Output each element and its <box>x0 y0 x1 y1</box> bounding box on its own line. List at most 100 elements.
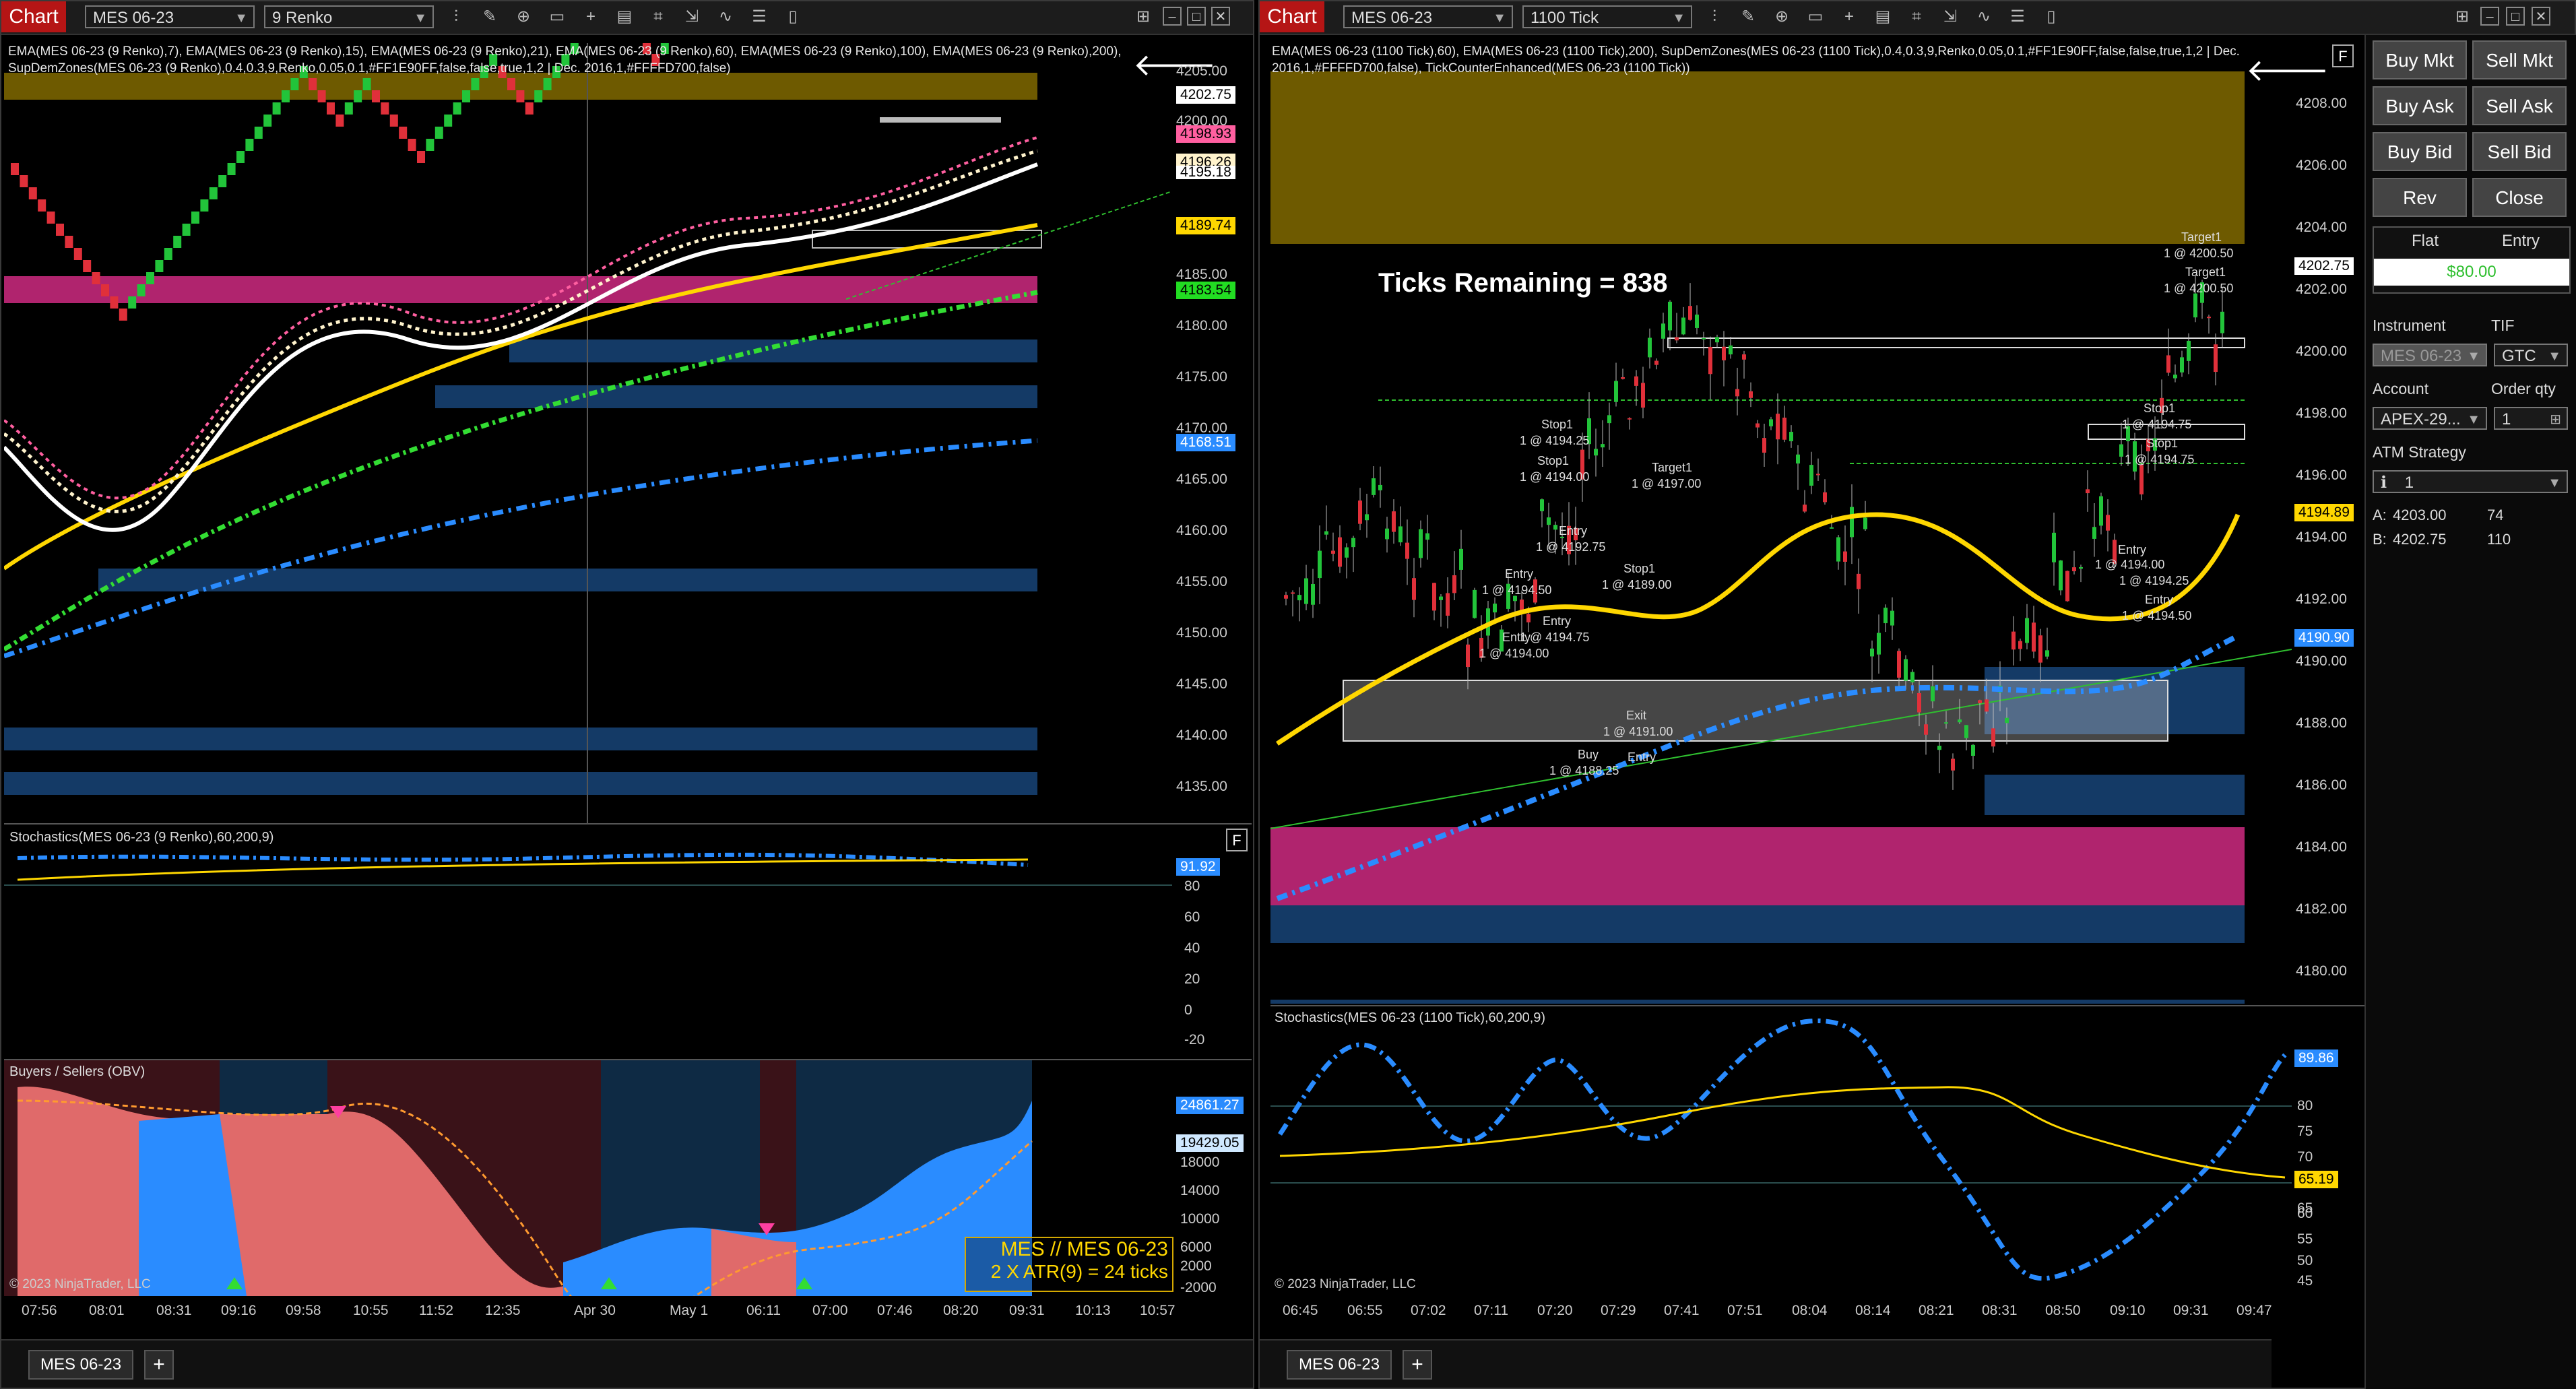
strategies-icon[interactable]: ⇲ <box>1940 7 1960 27</box>
add-tab-button[interactable]: + <box>1403 1350 1432 1380</box>
candle-body <box>1553 525 1557 530</box>
trade-label: 1 @ 4194.50 <box>2122 609 2192 622</box>
panel-divider[interactable] <box>4 823 1252 825</box>
zoom-icon[interactable]: ⊕ <box>513 7 534 27</box>
right-price-panel[interactable] <box>1270 43 2292 1004</box>
candle-body <box>1473 589 1477 618</box>
bid-price: 4202.75 <box>2393 531 2447 548</box>
reverse-button[interactable]: Rev <box>2373 178 2467 217</box>
candle-body <box>1392 511 1396 532</box>
data-box-icon[interactable]: ▭ <box>1805 7 1826 27</box>
crosshair-icon[interactable]: + <box>1839 7 1859 27</box>
renko-brick <box>155 260 164 272</box>
bar-style-icon[interactable]: ⫶ <box>1704 7 1725 27</box>
chart-trader-panel: Buy Mkt Sell Mkt Buy Ask Sell Ask Buy Bi… <box>2364 35 2576 1389</box>
last-price-tag: 4202.75 <box>2294 257 2354 275</box>
time-tick: Apr 30 <box>574 1303 616 1318</box>
left-obv-title: Buyers / Sellers (OBV) <box>9 1064 146 1079</box>
left-time-axis: 07:56 08:01 08:31 09:16 09:58 10:55 11:5… <box>4 1303 1176 1330</box>
left-stochastics-panel[interactable] <box>4 826 1172 1059</box>
crosshair-icon[interactable]: + <box>581 7 601 27</box>
time-tick: 08:04 <box>1792 1303 1828 1318</box>
candle-body <box>2092 527 2096 539</box>
right-instrument-selector[interactable]: MES 06-23 ▼ <box>1343 5 1513 28</box>
candle-body <box>1904 659 1908 681</box>
properties-icon[interactable]: ▤ <box>1873 7 1893 27</box>
chevron-down-icon: ▼ <box>1493 11 1506 26</box>
close-icon[interactable]: ✕ <box>1211 7 1230 26</box>
draw-tool-icon[interactable]: ✎ <box>480 7 500 27</box>
time-tick: 10:57 <box>1140 1303 1176 1318</box>
right-time-axis: 06:45 06:55 07:02 07:11 07:20 07:29 07:4… <box>1270 1303 2369 1330</box>
left-chart-menu-button[interactable]: Chart <box>1 1 66 32</box>
right-period-selector[interactable]: 1100 Tick ▼ <box>1522 5 1692 28</box>
obv-tick: 18000 <box>1180 1155 1220 1170</box>
buy-market-button[interactable]: Buy Mkt <box>2373 40 2467 79</box>
chart-trader-icon[interactable]: ∿ <box>1974 7 1994 27</box>
candle-body <box>1526 614 1531 622</box>
sell-ask-button[interactable]: Sell Ask <box>2472 86 2567 125</box>
order-qty-input[interactable]: 1 ⊞ <box>2494 407 2568 430</box>
list-icon[interactable]: ☰ <box>749 7 769 27</box>
stoch-tick: 60 <box>1184 909 1200 925</box>
indicators-icon[interactable]: ⌗ <box>1906 7 1927 27</box>
candle-body <box>1931 686 1935 702</box>
stoch-tick: 45 <box>2297 1273 2313 1289</box>
account-selector[interactable]: APEX-29... ▼ <box>2373 407 2487 430</box>
sell-bid-button[interactable]: Sell Bid <box>2472 132 2567 171</box>
left-price-panel[interactable] <box>4 43 1172 823</box>
trade-label: Buy <box>1578 748 1599 761</box>
draw-tool-icon[interactable]: ✎ <box>1738 7 1758 27</box>
list-icon[interactable]: ☰ <box>2007 7 2028 27</box>
right-price-axis: 4208.00 4206.00 4204.00 4202.00 4200.00 … <box>2296 43 2370 1004</box>
link-icon[interactable]: ▯ <box>783 7 803 27</box>
pin-icon[interactable]: ⊞ <box>2452 7 2472 27</box>
add-tab-button[interactable]: + <box>144 1350 174 1380</box>
close-position-button[interactable]: Close <box>2472 178 2567 217</box>
instrument-selector[interactable]: MES 06-23 ▼ <box>2373 344 2487 366</box>
ema-15-line <box>4 149 1038 513</box>
data-box-icon[interactable]: ▭ <box>547 7 567 27</box>
candle-body <box>1540 499 1544 511</box>
left-chart-window: Chart MES 06-23 ▼ 9 Renko ▼ ⫶ ✎ ⊕ ▭ + ▤ … <box>0 0 1254 1389</box>
right-stochastics-panel[interactable] <box>1270 1006 2292 1297</box>
buy-bid-button[interactable]: Buy Bid <box>2373 132 2467 171</box>
maximize-icon[interactable]: □ <box>1187 7 1206 26</box>
stepper-icon[interactable]: ⊞ <box>2550 408 2561 431</box>
tif-selector[interactable]: GTC ▼ <box>2494 344 2568 366</box>
close-icon[interactable]: ✕ <box>2532 7 2550 26</box>
candle-body <box>1708 346 1712 375</box>
maximize-icon[interactable]: □ <box>2506 7 2525 26</box>
price-tick: 4155.00 <box>1176 574 1227 589</box>
candle-body <box>1722 346 1726 360</box>
candle-body <box>1762 438 1766 453</box>
chart-trader-icon[interactable]: ∿ <box>715 7 736 27</box>
candle-body <box>2166 355 2170 373</box>
sell-market-button[interactable]: Sell Mkt <box>2472 40 2567 79</box>
indicators-icon[interactable]: ⌗ <box>648 7 668 27</box>
zoom-icon[interactable]: ⊕ <box>1772 7 1792 27</box>
atm-strategy-selector[interactable]: ℹ 1 ▼ <box>2373 470 2568 493</box>
candle-body <box>1412 578 1416 600</box>
properties-icon[interactable]: ▤ <box>614 7 635 27</box>
right-chart-menu-button[interactable]: Chart <box>1260 1 1324 32</box>
renko-brick <box>335 115 344 127</box>
pin-icon[interactable]: ⊞ <box>1133 7 1153 27</box>
candle-body <box>1937 746 1941 750</box>
price-tick: 4194.00 <box>2296 529 2347 545</box>
bar-style-icon[interactable]: ⫶ <box>446 7 466 27</box>
chevron-down-icon: ▼ <box>2548 349 2561 364</box>
strategies-icon[interactable]: ⇲ <box>682 7 702 27</box>
buy-ask-button[interactable]: Buy Ask <box>2373 86 2467 125</box>
candle-body <box>2025 618 2029 643</box>
minimize-icon[interactable]: – <box>1163 7 1182 26</box>
left-instrument-selector[interactable]: MES 06-23 ▼ <box>85 5 255 28</box>
left-period-selector[interactable]: 9 Renko ▼ <box>264 5 434 28</box>
candle-body <box>2119 444 2123 457</box>
minimize-icon[interactable]: – <box>2480 7 2499 26</box>
chart-tab[interactable]: MES 06-23 <box>28 1350 134 1380</box>
ema-200-line <box>4 438 1038 659</box>
chart-tab[interactable]: MES 06-23 <box>1287 1350 1392 1380</box>
candle-body <box>1910 672 1914 683</box>
link-icon[interactable]: ▯ <box>2041 7 2061 27</box>
